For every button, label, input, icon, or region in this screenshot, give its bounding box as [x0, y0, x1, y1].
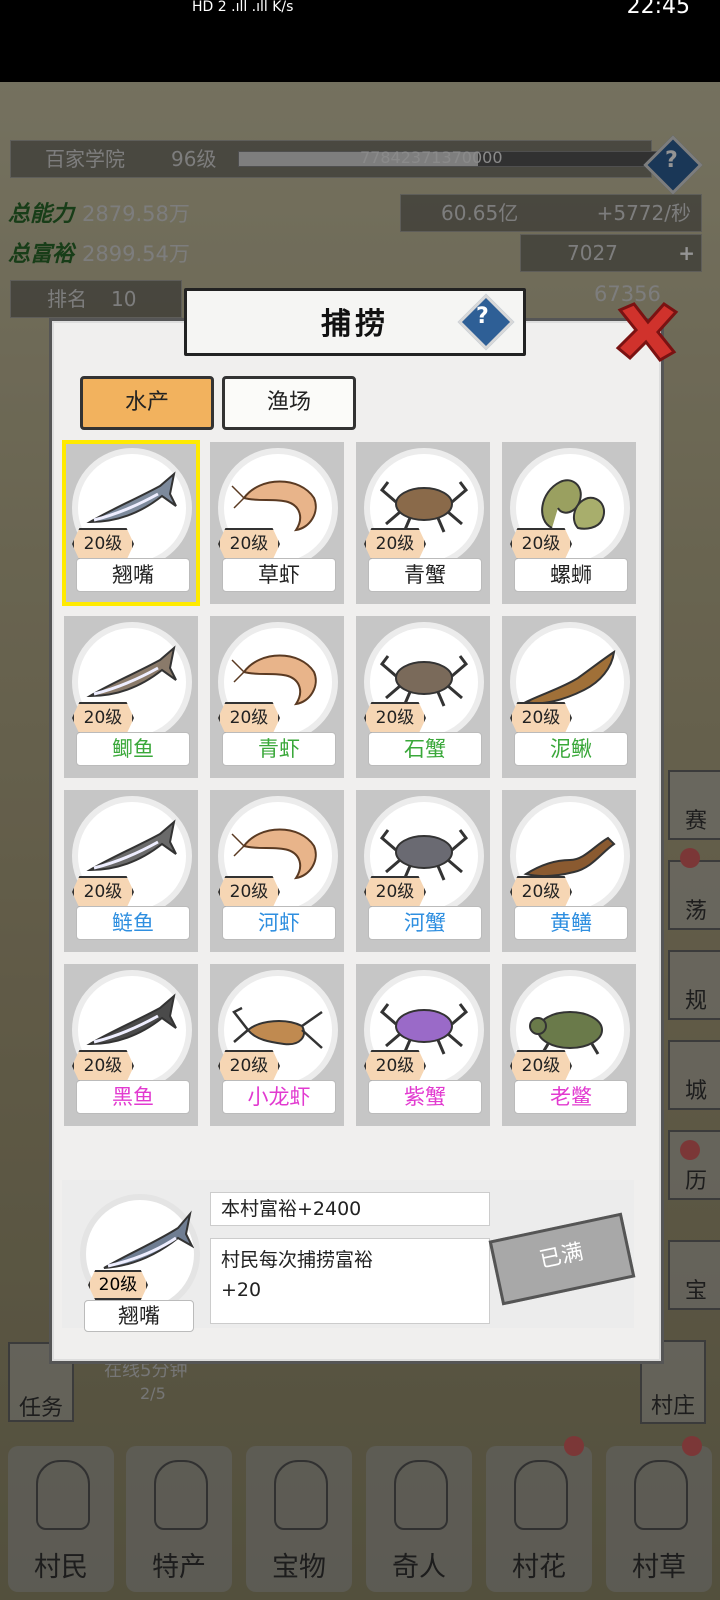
grid-item[interactable]: 20级 螺蛳: [502, 442, 636, 604]
item-name: 小龙虾: [222, 1080, 336, 1114]
grid-item[interactable]: 20级 黄鳝: [502, 790, 636, 952]
item-name: 草虾: [222, 558, 336, 592]
tab-aquatic[interactable]: 水产: [80, 376, 214, 430]
grid-item[interactable]: 20级 小龙虾: [210, 964, 344, 1126]
item-name: 石蟹: [368, 732, 482, 766]
grid-item[interactable]: 20级 泥鳅: [502, 616, 636, 778]
item-name: 河蟹: [368, 906, 482, 940]
grid-item[interactable]: 20级 老鳖: [502, 964, 636, 1126]
item-name: 青虾: [222, 732, 336, 766]
close-icon[interactable]: [612, 300, 682, 362]
grid-item[interactable]: 20级 河虾: [210, 790, 344, 952]
level-badge: 20级: [72, 528, 134, 560]
detail-effect-2: 村民每次捕捞富裕 +20: [210, 1238, 490, 1324]
level-badge: 20级: [218, 1050, 280, 1082]
detail-effect-1: 本村富裕+2400: [210, 1192, 490, 1226]
level-badge: 20级: [364, 702, 426, 734]
detail-effect-2a: 村民每次捕捞富裕: [221, 1249, 374, 1271]
grid-item[interactable]: 20级 草虾: [210, 442, 344, 604]
clock: 22:45: [626, 0, 690, 19]
detail-effect-2b: +20: [221, 1279, 262, 1301]
item-name: 黑鱼: [76, 1080, 190, 1114]
level-badge: 20级: [510, 876, 572, 908]
grid-item[interactable]: 20级 鲢鱼: [64, 790, 198, 952]
grid-item[interactable]: 20级 紫蟹: [356, 964, 490, 1126]
status-icons: HD 2 .ıll .ıll K/s: [192, 0, 294, 15]
grid-item[interactable]: 20级 石蟹: [356, 616, 490, 778]
level-badge: 20级: [218, 876, 280, 908]
item-name: 青蟹: [368, 558, 482, 592]
level-badge: 20级: [510, 528, 572, 560]
level-badge: 20级: [72, 876, 134, 908]
grid-item[interactable]: 20级 翘嘴: [62, 440, 200, 606]
tab-fishery[interactable]: 渔场: [222, 376, 356, 430]
item-name: 老鳖: [514, 1080, 628, 1114]
item-name: 紫蟹: [368, 1080, 482, 1114]
grid-item[interactable]: 20级 青蟹: [356, 442, 490, 604]
level-badge: 20级: [364, 1050, 426, 1082]
level-badge: 20级: [364, 528, 426, 560]
item-name: 鲢鱼: [76, 906, 190, 940]
item-name: 螺蛳: [514, 558, 628, 592]
level-badge: 20级: [510, 702, 572, 734]
level-badge: 20级: [218, 528, 280, 560]
fish-icon: [103, 1210, 194, 1269]
item-name: 翘嘴: [76, 558, 190, 592]
item-name: 泥鳅: [514, 732, 628, 766]
item-name: 黄鳝: [514, 906, 628, 940]
detail-name: 翘嘴: [84, 1300, 194, 1332]
level-badge: 20级: [72, 1050, 134, 1082]
grid-item[interactable]: 20级 鲫鱼: [64, 616, 198, 778]
level-badge: 20级: [364, 876, 426, 908]
help-q: ?: [476, 304, 489, 329]
level-badge: 20级: [218, 702, 280, 734]
grid-item[interactable]: 20级 青虾: [210, 616, 344, 778]
item-name: 鲫鱼: [76, 732, 190, 766]
item-grid: 20级 翘嘴 20级 草虾 20级 青蟹 20级 螺蛳 20级 鲫鱼 20级 青虾 20级 石蟹 20级 泥鳅…: [62, 440, 640, 1176]
level-badge: 20级: [72, 702, 134, 734]
grid-item[interactable]: 20级 黑鱼: [64, 964, 198, 1126]
detail-level-badge: 20级: [88, 1270, 148, 1300]
grid-item[interactable]: 20级 河蟹: [356, 790, 490, 952]
level-badge: 20级: [510, 1050, 572, 1082]
item-name: 河虾: [222, 906, 336, 940]
status-bar: HD 2 .ıll .ıll K/s 22:45: [0, 0, 720, 82]
